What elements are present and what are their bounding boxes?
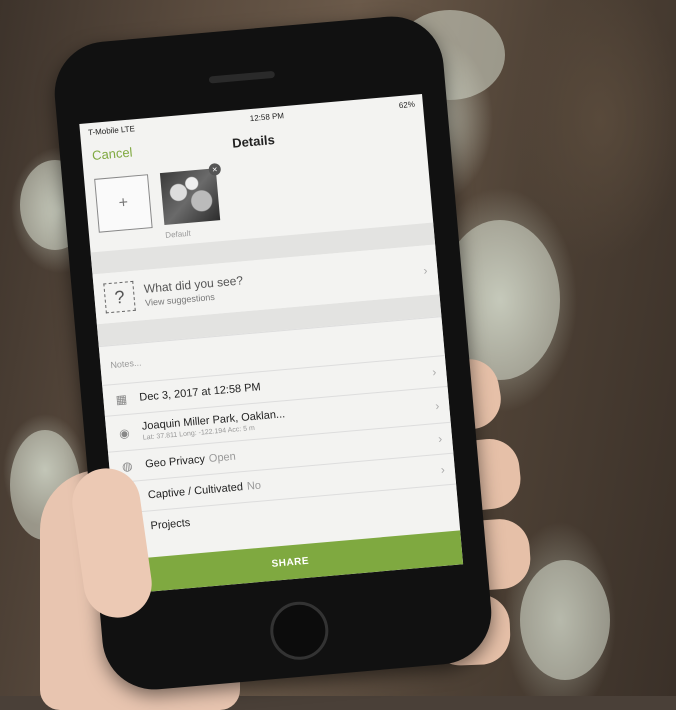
remove-photo-icon[interactable]: ×: [208, 162, 222, 176]
status-time: 12:58 PM: [249, 110, 285, 123]
carrier-label: T-Mobile LTE: [87, 123, 136, 137]
captive-value: No: [246, 479, 262, 493]
unknown-species-icon: ?: [103, 280, 136, 314]
add-photo-button[interactable]: +: [94, 174, 153, 233]
date-value: Dec 3, 2017 at 12:58 PM: [138, 381, 262, 404]
chevron-right-icon: ›: [422, 263, 428, 278]
share-button[interactable]: SHARE: [117, 530, 464, 595]
chevron-right-icon: ›: [437, 431, 443, 446]
lichen-patch: [520, 560, 610, 680]
chevron-right-icon: ›: [431, 364, 437, 380]
geo-privacy-label: Geo Privacy: [144, 453, 206, 471]
captive-label: Captive / Cultivated: [147, 481, 244, 502]
observation-photo[interactable]: ×: [159, 162, 222, 225]
location-pin-icon: ◉: [118, 425, 131, 441]
geo-privacy-value: Open: [208, 450, 237, 465]
cancel-button[interactable]: Cancel: [91, 144, 133, 162]
home-button[interactable]: [267, 599, 331, 663]
projects-label: Projects: [150, 516, 191, 533]
calendar-icon: ▦: [115, 391, 128, 407]
chevron-right-icon: ›: [440, 462, 446, 477]
chevron-right-icon: ›: [434, 398, 440, 413]
phone-speaker: [208, 70, 276, 84]
battery-label: 62%: [398, 99, 416, 110]
